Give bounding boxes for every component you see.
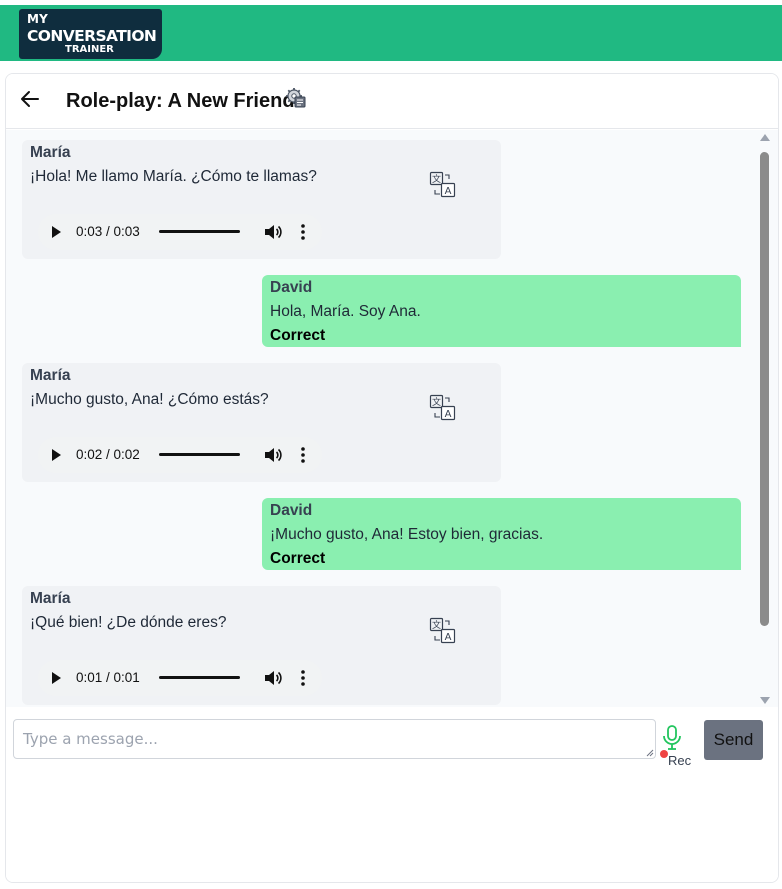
svg-text:文: 文: [432, 396, 441, 408]
audio-progress-track[interactable]: [159, 453, 240, 456]
message-input[interactable]: [13, 719, 656, 759]
microphone-icon[interactable]: [661, 724, 683, 752]
composer-bar: Rec Send: [6, 707, 778, 882]
volume-icon[interactable]: [264, 224, 282, 240]
audio-time: 0:01 / 0:01: [76, 670, 140, 685]
logo-line-1: MY: [27, 12, 49, 26]
more-options-icon[interactable]: [300, 669, 306, 687]
play-icon[interactable]: [52, 672, 61, 684]
chat-title: Role-play: A New Friend: [66, 90, 295, 112]
play-icon[interactable]: [52, 226, 61, 238]
message-text: ¡Qué bien! ¿De dónde eres?: [30, 614, 227, 631]
message-sender: David: [270, 502, 313, 519]
bot-message: María ¡Hola! Me llamo María. ¿Cómo te ll…: [22, 140, 501, 259]
message-list[interactable]: María ¡Hola! Me llamo María. ¿Cómo te ll…: [6, 130, 778, 707]
play-icon[interactable]: [52, 449, 61, 461]
app-logo[interactable]: MY CONVERSATION TRAINER: [19, 9, 162, 59]
app-header: MY CONVERSATION TRAINER: [0, 5, 782, 61]
message-sender: David: [270, 279, 313, 296]
rec-label: Rec: [668, 753, 692, 768]
message-sender: María: [30, 144, 71, 161]
audio-player[interactable]: 0:03 / 0:03: [38, 214, 322, 250]
user-message: David ¡Mucho gusto, Ana! Estoy bien, gra…: [262, 498, 741, 570]
svg-text:A: A: [445, 632, 452, 643]
more-options-icon[interactable]: [300, 223, 306, 241]
message-sender: María: [30, 590, 71, 607]
message-scrollbar[interactable]: [758, 130, 772, 707]
more-options-icon[interactable]: [300, 446, 306, 464]
audio-progress-track[interactable]: [159, 676, 240, 679]
user-message: David Hola, María. Soy Ana. Correct: [262, 275, 741, 347]
volume-icon[interactable]: [264, 447, 282, 463]
message-text: ¡Mucho gusto, Ana! Estoy bien, gracias.: [270, 526, 544, 543]
logo-line-2: CONVERSATION: [27, 27, 157, 45]
svg-text:文: 文: [432, 619, 441, 631]
chat-header: Role-play: A New Friend: [6, 74, 778, 129]
answer-status: Correct: [270, 327, 326, 344]
back-arrow-icon[interactable]: [18, 87, 42, 111]
bot-message: María ¡Mucho gusto, Ana! ¿Cómo estás? 文 …: [22, 363, 501, 482]
audio-player[interactable]: 0:01 / 0:01: [38, 660, 322, 696]
recording-indicator-dot: [660, 750, 668, 758]
audio-progress-track[interactable]: [159, 230, 240, 233]
audio-time: 0:02 / 0:02: [76, 447, 140, 462]
audio-player[interactable]: 0:02 / 0:02: [38, 437, 322, 473]
volume-icon[interactable]: [264, 670, 282, 686]
chat-card: Role-play: A New Friend María ¡Hola! Me …: [5, 73, 779, 883]
message-text: ¡Hola! Me llamo María. ¿Cómo te llamas?: [30, 168, 317, 185]
scroll-up-arrow-icon[interactable]: [760, 134, 770, 141]
audio-time: 0:03 / 0:03: [76, 224, 140, 239]
svg-text:文: 文: [432, 173, 441, 185]
message-text: ¡Mucho gusto, Ana! ¿Cómo estás?: [30, 391, 269, 408]
message-sender: María: [30, 367, 71, 384]
svg-text:A: A: [445, 409, 452, 420]
bot-message: María ¡Qué bien! ¿De dónde eres? 文 A 0:0…: [22, 586, 501, 705]
resize-grip-icon[interactable]: [646, 749, 654, 757]
logo-line-3: TRAINER: [65, 44, 114, 55]
translate-icon[interactable]: 文 A: [429, 394, 457, 422]
send-button[interactable]: Send: [704, 720, 763, 760]
scroll-down-arrow-icon[interactable]: [760, 697, 770, 704]
svg-text:A: A: [445, 186, 452, 197]
answer-status: Correct: [270, 550, 326, 567]
scrollbar-thumb[interactable]: [760, 152, 769, 626]
translate-icon[interactable]: 文 A: [429, 617, 457, 645]
translate-icon[interactable]: 文 A: [429, 171, 457, 199]
message-text: Hola, María. Soy Ana.: [270, 303, 421, 320]
settings-gear-icon[interactable]: [285, 87, 307, 109]
